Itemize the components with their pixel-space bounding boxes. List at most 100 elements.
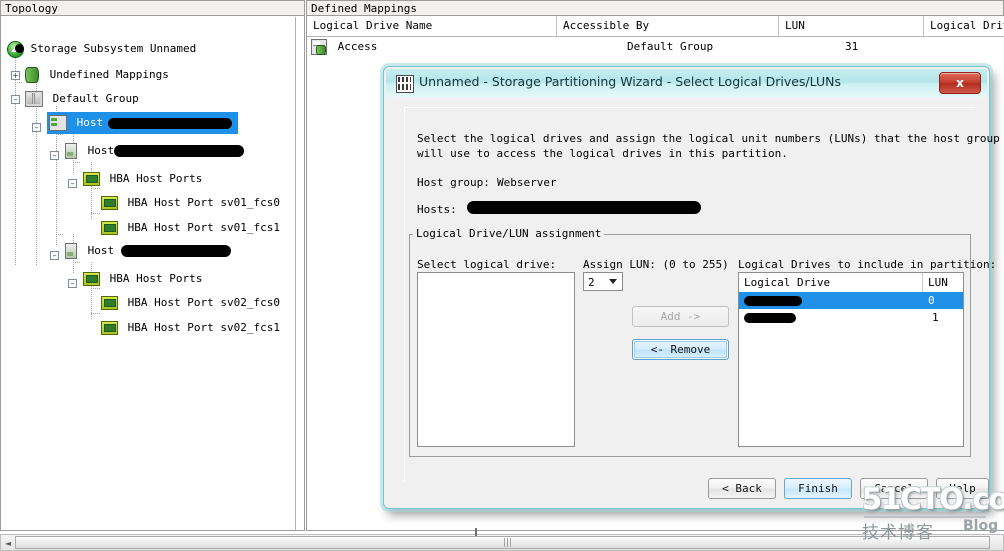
redacted-hosts-value (467, 201, 701, 214)
tree-connector (73, 262, 81, 263)
cell-logical-drive (739, 292, 923, 309)
column-header-lun[interactable]: LUN (923, 273, 963, 292)
tree-expander-host-group[interactable]: – (32, 123, 41, 132)
column-header-lun[interactable]: LUN (779, 16, 924, 36)
horizontal-scrollbar-track[interactable]: ◄ ||| (0, 534, 1004, 551)
column-header-logical-drive-name[interactable]: Logical Drive Name (307, 16, 557, 36)
cancel-button[interactable]: Cancel (860, 478, 928, 499)
dialog-titlebar[interactable]: Unnamed - Storage Partitioning Wizard - … (386, 69, 987, 97)
close-icon[interactable]: x (939, 72, 981, 94)
tree-node-hba-port-sv01-fcs1[interactable]: HBA Host Port sv01_fcs1 (101, 217, 280, 239)
tree-expander-host-1[interactable]: – (50, 151, 59, 160)
scroll-left-arrow-icon[interactable]: ◄ (3, 539, 13, 548)
include-drives-label: Logical Drives to include in partition: (738, 258, 997, 271)
hba-icon (101, 221, 118, 235)
column-header-logical-drive[interactable]: Logical Drive (924, 16, 1004, 36)
topology-pane: Topology Storage Subsystem Unnamed + Und… (0, 0, 305, 536)
topology-scroll-divider (295, 17, 296, 530)
tree-connector (73, 162, 81, 163)
dialog-content-area: Select the logical drives and assign the… (404, 107, 1000, 482)
cell-lun: 31 (845, 40, 859, 53)
tree-node-storage-subsystem[interactable]: Storage Subsystem Unnamed (7, 38, 196, 60)
tree-connector (15, 52, 16, 266)
host-group-value: Webserver (497, 176, 557, 189)
tree-connector (91, 313, 101, 314)
group-icon (25, 91, 43, 107)
tree-node-label: Host (87, 144, 115, 157)
table-row[interactable]: Access Default Group 31 (307, 36, 1004, 58)
redacted-host-name (114, 145, 245, 157)
chevron-down-icon[interactable] (609, 279, 617, 284)
tree-node-label: Default Group (52, 92, 139, 105)
assign-lun-value: 2 (588, 276, 595, 289)
cell-logical-drive-name: Access (311, 36, 377, 58)
column-header-accessible-by[interactable]: Accessible By (557, 16, 779, 36)
tree-node-hba-port-sv01-fcs0[interactable]: HBA Host Port sv01_fcs0 (101, 192, 280, 214)
tree-node-label: Host (76, 116, 110, 129)
cell-accessible-by: Default Group (627, 40, 714, 53)
host-icon (65, 143, 77, 159)
list-item[interactable]: 0 (739, 292, 963, 309)
wizard-icon (396, 75, 414, 93)
select-logical-drives-dialog: Unnamed - Storage Partitioning Wizard - … (383, 66, 1000, 509)
splitter-handle[interactable] (475, 528, 477, 536)
select-logical-drive-listbox[interactable] (417, 272, 575, 447)
tree-node-hba-host-ports-2[interactable]: HBA Host Ports (83, 268, 202, 290)
scrollbar-grip-icon: ||| (503, 538, 513, 548)
tree-expander-undefined-mappings[interactable]: + (11, 71, 20, 80)
tree-node-label: HBA Host Port sv01_fcs0 (127, 196, 280, 209)
tree-node-host-1[interactable]: Host (65, 140, 245, 162)
instructions-line-1: Select the logical drives and assign the… (417, 132, 1000, 145)
column-header-logical-drive[interactable]: Logical Drive (739, 273, 923, 292)
dialog-body: Select the logical drives and assign the… (386, 97, 1000, 506)
host-group-label: Host group: (417, 176, 490, 189)
cylinder-icon (25, 67, 39, 83)
back-button[interactable]: < Back (708, 478, 776, 499)
tree-node-hba-host-ports-1[interactable]: HBA Host Ports (83, 168, 202, 190)
tree-node-host-2[interactable]: Host (65, 240, 231, 262)
topology-pane-title: Topology (0, 0, 305, 16)
tree-node-label: Storage Subsystem Unnamed (30, 42, 197, 55)
tree-expander-hba-ports-1[interactable]: – (68, 179, 77, 188)
hosts-label: Hosts: (417, 203, 457, 216)
hba-icon (83, 272, 100, 286)
tree-node-label: HBA Host Ports (109, 272, 203, 285)
tree-node-label: HBA Host Port sv01_fcs1 (127, 221, 280, 234)
tree-expander-default-group[interactable]: – (11, 95, 20, 104)
tree-connector (56, 234, 64, 235)
help-button[interactable]: Help (936, 478, 989, 499)
finish-button[interactable]: Finish (784, 478, 852, 499)
host-icon (65, 243, 77, 259)
table-header-row: Logical Drive Name Accessible By LUN Log… (307, 16, 1004, 37)
redacted-logical-drive-name (744, 295, 802, 306)
cell-logical-drive (739, 309, 923, 326)
storage-manager-window: Topology Storage Subsystem Unnamed + Und… (0, 0, 1004, 551)
group-title: Logical Drive/LUN assignment (413, 227, 605, 240)
tree-node-host-group-selected[interactable]: Host (47, 112, 238, 134)
include-drives-listbox[interactable]: Logical Drive LUN 0 1 (738, 272, 964, 447)
cell-lun: 1 (932, 311, 939, 324)
assign-lun-combobox[interactable]: 2 (583, 272, 623, 291)
remove-button[interactable]: <- Remove (632, 339, 729, 360)
horizontal-scrollbar-thumb[interactable]: ||| (15, 536, 990, 549)
host-group-icon (49, 115, 67, 131)
add-button[interactable]: Add -> (632, 306, 729, 327)
tree-node-default-group[interactable]: Default Group (25, 88, 139, 110)
topology-tree[interactable]: Storage Subsystem Unnamed + Undefined Ma… (0, 16, 305, 531)
tree-connector (56, 134, 64, 135)
tree-expander-hba-ports-2[interactable]: – (68, 279, 77, 288)
list-item[interactable]: 1 (739, 309, 963, 326)
tree-node-hba-port-sv02-fcs1[interactable]: HBA Host Port sv02_fcs1 (101, 317, 280, 339)
tree-expander-host-2[interactable]: – (50, 251, 59, 260)
hba-icon (83, 172, 100, 186)
tree-node-undefined-mappings[interactable]: Undefined Mappings (25, 64, 169, 86)
tree-node-hba-port-sv02-fcs0[interactable]: HBA Host Port sv02_fcs0 (101, 292, 280, 314)
instructions-line-2: will use to access the logical drives in… (417, 147, 788, 160)
tree-connector (15, 82, 23, 83)
tree-node-label: HBA Host Port sv02_fcs0 (127, 296, 280, 309)
tree-node-label: Undefined Mappings (49, 68, 169, 81)
assign-lun-label: Assign LUN: (0 to 255) (583, 258, 729, 271)
include-listbox-header: Logical Drive LUN (739, 273, 963, 293)
redacted-logical-drive-name (744, 312, 796, 323)
redacted-host-group-name (107, 117, 232, 129)
